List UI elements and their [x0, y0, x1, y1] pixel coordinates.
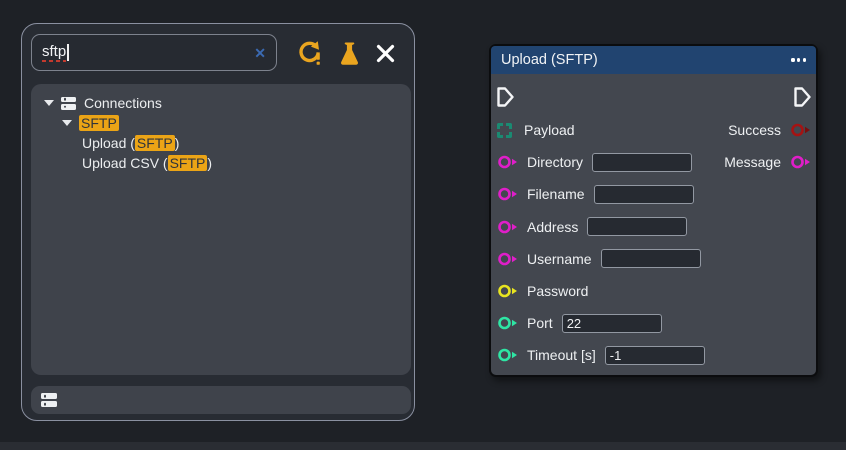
tree-item-label: Upload (SFTP) [82, 135, 180, 151]
close-icon[interactable] [375, 43, 396, 64]
palette-toolbar [282, 34, 410, 72]
input-row-password: Password [497, 275, 705, 307]
port-field[interactable] [561, 313, 662, 333]
search-match-highlight: SFTP [167, 155, 208, 171]
port-label: Payload [524, 122, 575, 139]
address-input-port[interactable] [497, 219, 518, 235]
input-row-payload: Payload [497, 114, 705, 146]
search-input[interactable]: sftp ✕ [31, 34, 277, 71]
node-palette-panel: sftp ✕ Connections SFTP Upload (SFTP) … [21, 23, 415, 421]
flask-icon[interactable] [338, 41, 361, 66]
text-cursor [67, 44, 69, 61]
tree-item-label: SFTP [79, 115, 119, 131]
port-label: Port [527, 315, 553, 332]
node-menu-icon[interactable] [791, 58, 806, 62]
input-row-timeout-s: Timeout [s] [497, 339, 705, 371]
tree-item-upload-sftp[interactable]: Upload (SFTP) [31, 133, 411, 153]
output-row-success: Success [724, 114, 811, 146]
palette-footer-bar[interactable] [31, 386, 411, 414]
timeout-s-field[interactable] [604, 345, 705, 365]
node-title: Upload (SFTP) [501, 52, 598, 68]
upload-sftp-node[interactable]: Upload (SFTP) Payload Directory Filename Ad… [489, 44, 818, 377]
directory-field[interactable] [592, 152, 693, 172]
node-header[interactable]: Upload (SFTP) [491, 46, 816, 74]
port-input-port[interactable] [497, 315, 518, 331]
port-label: Address [527, 218, 579, 235]
inputs-column: Payload Directory Filename Address Username P… [497, 80, 705, 372]
port-label: Filename [527, 186, 585, 203]
chevron-down-icon[interactable] [44, 100, 54, 106]
server-icon [61, 96, 76, 110]
port-label: Password [527, 283, 589, 300]
input-row-directory: Directory [497, 146, 705, 178]
success-output-port[interactable] [790, 122, 811, 138]
port-label: Timeout [s] [527, 347, 596, 364]
output-row-message: Message [724, 146, 811, 178]
node-body: Payload Directory Filename Address Username P… [491, 74, 816, 376]
exec-out-port[interactable] [794, 87, 811, 107]
bottom-strip [0, 442, 846, 450]
refresh-alert-icon[interactable] [296, 40, 323, 67]
password-input-port[interactable] [497, 283, 518, 299]
input-row-port: Port [497, 307, 705, 339]
filename-input-port[interactable] [497, 186, 518, 202]
input-row-username: Username [497, 243, 705, 275]
address-field[interactable] [587, 217, 688, 237]
input-row-address: Address [497, 211, 705, 243]
node-editor-canvas[interactable]: sftp ✕ Connections SFTP Upload (SFTP) … [0, 0, 846, 450]
input-row-filename: Filename [497, 178, 705, 210]
tree-item-sftp[interactable]: SFTP [31, 113, 411, 133]
filename-field[interactable] [593, 184, 694, 204]
chevron-down-icon[interactable] [62, 120, 72, 126]
directory-input-port[interactable] [497, 154, 518, 170]
search-text: sftp [42, 43, 67, 62]
message-output-port[interactable] [790, 154, 811, 170]
server-icon [41, 393, 57, 407]
port-label: Message [724, 154, 781, 171]
timeout-s-input-port[interactable] [497, 347, 518, 363]
search-match-highlight: SFTP [79, 115, 119, 131]
palette-tree: Connections SFTP Upload (SFTP) Upload CSV (… [31, 84, 411, 375]
exec-output-row [724, 80, 811, 114]
tree-item-label: Connections [84, 95, 162, 111]
tree-item-connections[interactable]: Connections [31, 93, 411, 113]
exec-input-row [497, 80, 705, 114]
username-field[interactable] [600, 249, 701, 269]
tree-item-upload-csv-sftp[interactable]: Upload CSV (SFTP) [31, 153, 411, 173]
clear-search-icon[interactable]: ✕ [254, 46, 266, 60]
username-input-port[interactable] [497, 251, 518, 267]
outputs-column: Success Message [724, 80, 811, 372]
tree-item-label: Upload CSV (SFTP) [82, 155, 213, 171]
port-label: Username [527, 250, 592, 267]
port-label: Success [728, 122, 781, 139]
port-label: Directory [527, 154, 584, 171]
exec-in-port[interactable] [497, 87, 514, 107]
search-match-highlight: SFTP [134, 135, 175, 151]
payload-input-port[interactable] [497, 122, 515, 138]
